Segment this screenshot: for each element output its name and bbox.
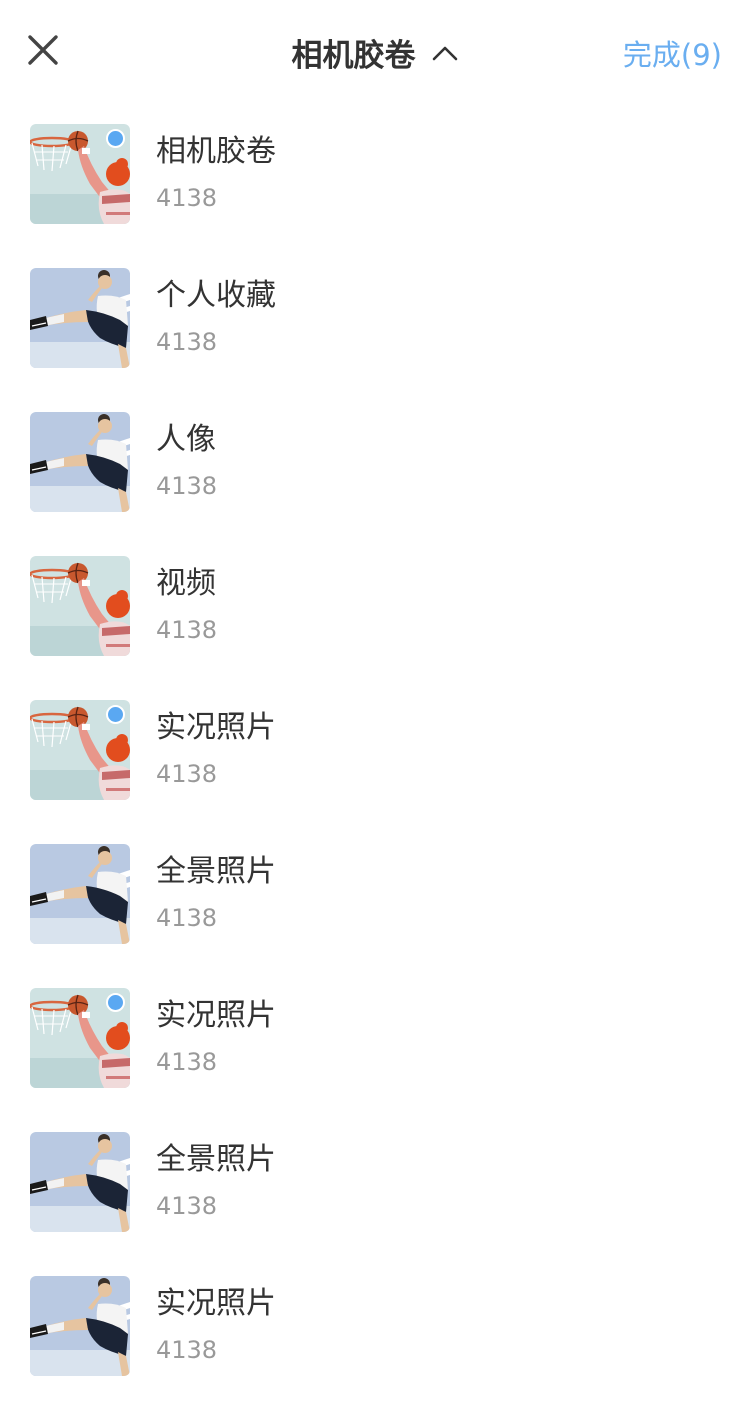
album-name: 实况照片 [156, 710, 276, 745]
album-row[interactable]: 实况照片 4138 [0, 1276, 750, 1420]
album-count: 4138 [156, 616, 218, 644]
album-row[interactable]: 全景照片 4138 [0, 844, 750, 988]
album-count: 4138 [156, 1192, 218, 1220]
album-thumbnail [30, 1132, 130, 1232]
album-thumbnail [30, 124, 130, 224]
album-row[interactable]: 个人收藏 4138 [0, 268, 750, 412]
album-name: 实况照片 [156, 998, 276, 1033]
album-thumbnail [30, 412, 130, 512]
chevron-up-icon [432, 46, 457, 60]
page-title: 相机胶卷 [291, 38, 416, 74]
done-button[interactable]: 完成(9) [623, 32, 722, 74]
album-thumbnail [30, 988, 130, 1088]
album-thumbnail [30, 700, 130, 800]
album-count: 4138 [156, 328, 218, 356]
album-list: 相机胶卷 4138 个人收藏 4138 人像 4138 视频 4138 实况照片… [0, 124, 750, 1420]
album-name: 相机胶卷 [156, 134, 276, 169]
album-count: 4138 [156, 184, 218, 212]
nav-header: 相机胶卷 完成(9) [0, 0, 750, 104]
album-count: 4138 [156, 904, 218, 932]
selected-dot-icon [106, 993, 125, 1012]
album-count: 4138 [156, 472, 218, 500]
album-name: 视频 [156, 566, 216, 601]
album-thumbnail [30, 556, 130, 656]
selected-dot-icon [106, 705, 125, 724]
album-row[interactable]: 人像 4138 [0, 412, 750, 556]
selected-dot-icon [106, 129, 125, 148]
album-row[interactable]: 实况照片 4138 [0, 988, 750, 1132]
album-row[interactable]: 相机胶卷 4138 [0, 124, 750, 268]
album-name: 全景照片 [156, 854, 276, 889]
album-thumbnail [30, 1276, 130, 1376]
album-count: 4138 [156, 1336, 218, 1364]
album-name: 全景照片 [156, 1142, 276, 1177]
album-name: 人像 [156, 422, 216, 457]
album-row[interactable]: 视频 4138 [0, 556, 750, 700]
album-name: 个人收藏 [156, 278, 276, 313]
album-count: 4138 [156, 760, 218, 788]
album-thumbnail [30, 844, 130, 944]
album-thumbnail [30, 268, 130, 368]
album-row[interactable]: 实况照片 4138 [0, 700, 750, 844]
album-name: 实况照片 [156, 1286, 276, 1321]
album-count: 4138 [156, 1048, 218, 1076]
album-row[interactable]: 全景照片 4138 [0, 1132, 750, 1276]
